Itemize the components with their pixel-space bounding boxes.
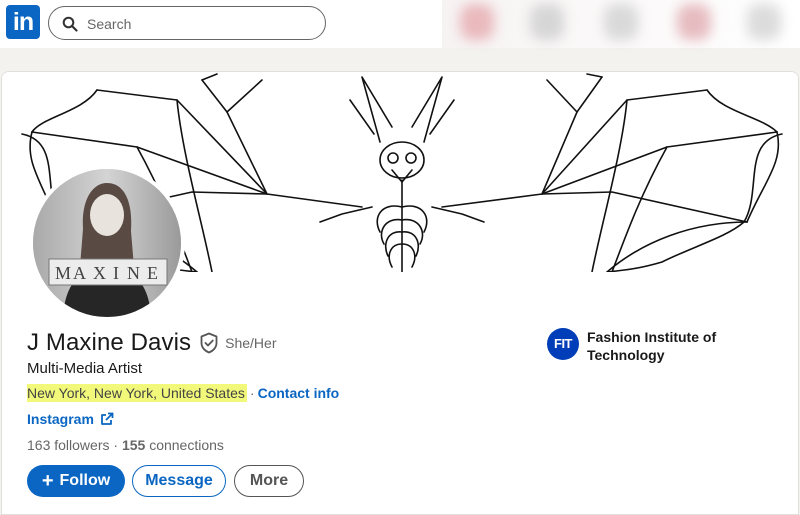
school-logo: FIT bbox=[547, 328, 579, 360]
top-nav-bar: in bbox=[0, 0, 800, 48]
avatar-sign-letter: A bbox=[73, 263, 86, 283]
profile-location: New York, New York, United States bbox=[27, 384, 247, 402]
avatar-sign-letter: N bbox=[127, 263, 140, 283]
contact-info-link[interactable]: Contact info bbox=[258, 385, 340, 401]
blurred-icon bbox=[604, 4, 638, 40]
location-row: New York, New York, United States · Cont… bbox=[27, 384, 339, 402]
education-entry[interactable]: FIT Fashion Institute of Technology bbox=[547, 328, 727, 364]
name-row: J Maxine Davis She/Her bbox=[27, 328, 276, 358]
blurred-icon bbox=[747, 4, 781, 40]
plus-icon: + bbox=[41, 470, 54, 492]
search-box[interactable] bbox=[48, 6, 326, 40]
external-link-icon bbox=[101, 412, 114, 425]
school-name: Fashion Institute of Technology bbox=[587, 329, 717, 363]
instagram-link[interactable]: Instagram bbox=[27, 411, 114, 427]
blurred-icon bbox=[460, 4, 494, 40]
search-input[interactable] bbox=[87, 14, 307, 34]
separator-dot: · bbox=[249, 385, 255, 401]
followers-label: followers bbox=[50, 437, 110, 453]
profile-photo: M A X I N E bbox=[33, 169, 181, 317]
blurred-icon bbox=[530, 4, 564, 40]
follow-button[interactable]: + Follow bbox=[27, 465, 125, 497]
blurred-icon bbox=[677, 4, 711, 40]
connections-count[interactable]: 155 bbox=[122, 437, 145, 453]
profile-name: J Maxine Davis bbox=[27, 329, 192, 356]
follow-button-label: Follow bbox=[59, 472, 111, 489]
profile-avatar[interactable]: M A X I N E bbox=[29, 165, 185, 321]
profile-card: M A X I N E J Maxine Davis She/Her Multi… bbox=[1, 71, 799, 515]
pronouns: She/Her bbox=[225, 335, 277, 351]
profile-headline: Multi-Media Artist bbox=[27, 360, 143, 377]
followers-count: 163 bbox=[27, 437, 51, 453]
verified-shield-icon[interactable] bbox=[199, 332, 219, 354]
more-button[interactable]: More bbox=[234, 465, 304, 497]
stats-separator: · bbox=[109, 437, 122, 453]
blurred-nav-icons bbox=[442, 0, 800, 48]
message-button[interactable]: Message bbox=[132, 465, 226, 497]
instagram-label: Instagram bbox=[27, 411, 94, 427]
connections-label[interactable]: connections bbox=[145, 437, 224, 453]
avatar-sign-letter: I bbox=[113, 263, 119, 283]
search-icon bbox=[62, 16, 78, 32]
linkedin-logo[interactable]: in bbox=[6, 5, 40, 39]
avatar-sign-letter: E bbox=[147, 263, 158, 283]
network-stats: 163 followers · 155 connections bbox=[27, 437, 224, 453]
avatar-sign-letter: X bbox=[93, 263, 106, 283]
avatar-sign-letter: M bbox=[55, 263, 71, 283]
